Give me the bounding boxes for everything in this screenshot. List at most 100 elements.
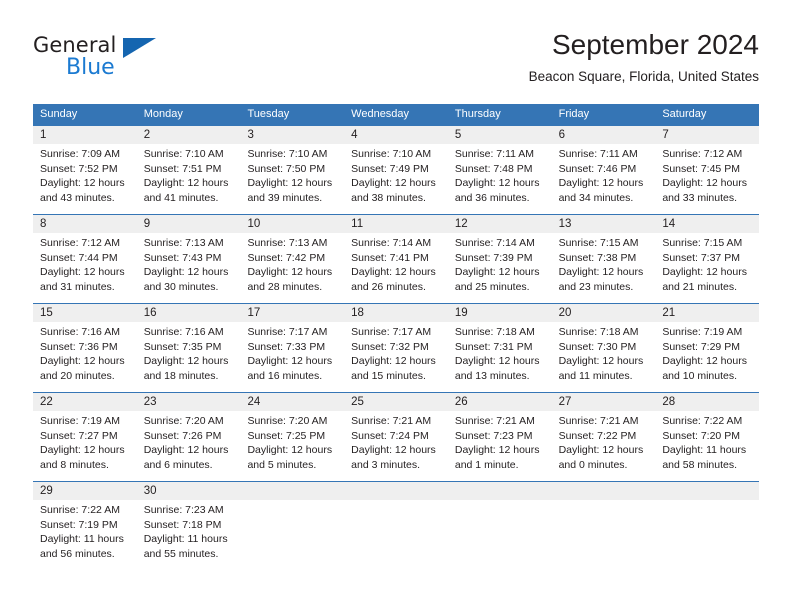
day-cell[interactable]: 29 Sunrise: 7:22 AM Sunset: 7:19 PM Dayl…	[33, 482, 137, 570]
sunset-text: Sunset: 7:52 PM	[40, 162, 118, 175]
sunset-text: Sunset: 7:37 PM	[662, 251, 740, 264]
day-cell[interactable]: 7 Sunrise: 7:12 AM Sunset: 7:45 PM Dayli…	[655, 126, 760, 214]
day-number: 2	[136, 126, 241, 144]
daylight-line1: Daylight: 12 hours	[247, 444, 333, 457]
day-details: Sunrise: 7:13 AM Sunset: 7:42 PM Dayligh…	[240, 233, 344, 294]
sunset-text: Sunset: 7:30 PM	[558, 340, 637, 353]
day-details: Sunrise: 7:15 AM Sunset: 7:37 PM Dayligh…	[655, 233, 759, 294]
day-cell[interactable]: 22 Sunrise: 7:19 AM Sunset: 7:27 PM Dayl…	[33, 393, 137, 481]
day-cell[interactable]: 3 Sunrise: 7:10 AM Sunset: 7:50 PM Dayli…	[240, 126, 345, 214]
day-number: 5	[447, 126, 552, 144]
sunrise-text: Sunrise: 7:10 AM	[247, 148, 328, 160]
sunrise-text: Sunrise: 7:21 AM	[454, 415, 535, 427]
sunrise-text: Sunrise: 7:10 AM	[351, 148, 432, 160]
day-cell[interactable]: 17 Sunrise: 7:17 AM Sunset: 7:33 PM Dayl…	[240, 304, 345, 392]
day-details: Sunrise: 7:21 AM Sunset: 7:24 PM Dayligh…	[344, 411, 448, 472]
day-cell[interactable]: 24 Sunrise: 7:20 AM Sunset: 7:25 PM Dayl…	[240, 393, 345, 481]
day-details: Sunrise: 7:15 AM Sunset: 7:38 PM Dayligh…	[552, 233, 656, 294]
sunrise-text: Sunrise: 7:18 AM	[558, 326, 639, 338]
day-cell[interactable]: 2 Sunrise: 7:10 AM Sunset: 7:51 PM Dayli…	[136, 126, 241, 214]
day-cell[interactable]: 23 Sunrise: 7:20 AM Sunset: 7:26 PM Dayl…	[136, 393, 241, 481]
day-cell[interactable]: 26 Sunrise: 7:21 AM Sunset: 7:23 PM Dayl…	[447, 393, 552, 481]
sunset-text: Sunset: 7:31 PM	[454, 340, 533, 353]
daylight-line1: Daylight: 12 hours	[351, 266, 436, 279]
daylight-line1: Daylight: 12 hours	[247, 266, 333, 279]
daylight-line2: and 6 minutes.	[143, 458, 213, 471]
day-cell[interactable]: 25 Sunrise: 7:21 AM Sunset: 7:24 PM Dayl…	[344, 393, 448, 481]
daylight-line2: and 15 minutes.	[351, 369, 426, 382]
day-number: 12	[447, 215, 552, 233]
day-cell[interactable]: 19 Sunrise: 7:18 AM Sunset: 7:31 PM Dayl…	[447, 304, 552, 392]
weekday-header-sunday: Sunday	[40, 108, 78, 120]
day-cell-empty	[655, 482, 760, 570]
day-cell[interactable]: 6 Sunrise: 7:11 AM Sunset: 7:46 PM Dayli…	[551, 126, 656, 214]
daylight-line2: and 33 minutes.	[662, 191, 738, 204]
day-cell[interactable]: 10 Sunrise: 7:13 AM Sunset: 7:42 PM Dayl…	[240, 215, 345, 303]
day-details: Sunrise: 7:16 AM Sunset: 7:35 PM Dayligh…	[137, 322, 241, 383]
sunset-text: Sunset: 7:35 PM	[143, 340, 222, 353]
daylight-line1: Daylight: 12 hours	[40, 444, 125, 457]
day-details: Sunrise: 7:20 AM Sunset: 7:26 PM Dayligh…	[137, 411, 241, 472]
day-cell[interactable]: 18 Sunrise: 7:17 AM Sunset: 7:32 PM Dayl…	[344, 304, 448, 392]
day-cell[interactable]: 4 Sunrise: 7:10 AM Sunset: 7:49 PM Dayli…	[344, 126, 448, 214]
daylight-line1: Daylight: 12 hours	[40, 177, 125, 190]
day-cell[interactable]: 5 Sunrise: 7:11 AM Sunset: 7:48 PM Dayli…	[447, 126, 552, 214]
day-details: Sunrise: 7:10 AM Sunset: 7:51 PM Dayligh…	[137, 144, 241, 205]
day-cell[interactable]: 16 Sunrise: 7:16 AM Sunset: 7:35 PM Dayl…	[136, 304, 241, 392]
day-number: 3	[240, 126, 345, 144]
weekday-header-row: Sunday Monday Tuesday Wednesday Thursday…	[33, 104, 759, 125]
daylight-line1: Daylight: 12 hours	[662, 355, 747, 368]
sunrise-text: Sunrise: 7:11 AM	[454, 148, 535, 160]
day-details: Sunrise: 7:12 AM Sunset: 7:44 PM Dayligh…	[33, 233, 137, 294]
sunset-text: Sunset: 7:27 PM	[40, 429, 118, 442]
sunrise-text: Sunrise: 7:12 AM	[40, 237, 120, 249]
daylight-line1: Daylight: 11 hours	[40, 533, 124, 546]
weekday-header-wednesday: Wednesday	[351, 108, 410, 120]
sunrise-text: Sunrise: 7:16 AM	[40, 326, 120, 338]
day-cell[interactable]: 14 Sunrise: 7:15 AM Sunset: 7:37 PM Dayl…	[655, 215, 760, 303]
sunrise-text: Sunrise: 7:14 AM	[351, 237, 432, 249]
general-blue-logo[interactable]: General Blue	[33, 34, 173, 86]
day-cell[interactable]: 13 Sunrise: 7:15 AM Sunset: 7:38 PM Dayl…	[551, 215, 656, 303]
sunset-text: Sunset: 7:32 PM	[351, 340, 429, 353]
day-number: 9	[136, 215, 241, 233]
weekday-header-tuesday: Tuesday	[247, 108, 290, 120]
sunset-text: Sunset: 7:45 PM	[662, 162, 740, 175]
day-number: 23	[136, 393, 241, 411]
day-number: 30	[136, 482, 241, 500]
day-details: Sunrise: 7:16 AM Sunset: 7:36 PM Dayligh…	[33, 322, 137, 383]
daylight-line2: and 30 minutes.	[143, 280, 219, 293]
day-number: 14	[655, 215, 760, 233]
day-details: Sunrise: 7:19 AM Sunset: 7:27 PM Dayligh…	[33, 411, 137, 472]
day-cell[interactable]: 20 Sunrise: 7:18 AM Sunset: 7:30 PM Dayl…	[551, 304, 656, 392]
day-cell[interactable]: 27 Sunrise: 7:21 AM Sunset: 7:22 PM Dayl…	[551, 393, 656, 481]
daylight-line2: and 34 minutes.	[558, 191, 634, 204]
day-cell[interactable]: 12 Sunrise: 7:14 AM Sunset: 7:39 PM Dayl…	[447, 215, 552, 303]
sunrise-text: Sunrise: 7:19 AM	[662, 326, 743, 338]
day-cell[interactable]: 30 Sunrise: 7:23 AM Sunset: 7:18 PM Dayl…	[136, 482, 241, 570]
daylight-line2: and 58 minutes.	[662, 458, 738, 471]
daylight-line1: Daylight: 12 hours	[143, 355, 229, 368]
day-cell[interactable]: 8 Sunrise: 7:12 AM Sunset: 7:44 PM Dayli…	[33, 215, 137, 303]
sunrise-text: Sunrise: 7:19 AM	[40, 415, 120, 427]
day-details: Sunrise: 7:17 AM Sunset: 7:32 PM Dayligh…	[344, 322, 448, 383]
day-details: Sunrise: 7:10 AM Sunset: 7:49 PM Dayligh…	[344, 144, 448, 205]
day-cell[interactable]: 15 Sunrise: 7:16 AM Sunset: 7:36 PM Dayl…	[33, 304, 137, 392]
daylight-line2: and 0 minutes.	[558, 458, 628, 471]
day-cell[interactable]: 28 Sunrise: 7:22 AM Sunset: 7:20 PM Dayl…	[655, 393, 760, 481]
day-cell[interactable]: 11 Sunrise: 7:14 AM Sunset: 7:41 PM Dayl…	[344, 215, 448, 303]
daylight-line1: Daylight: 12 hours	[351, 177, 436, 190]
day-number: 7	[655, 126, 760, 144]
day-cell-empty	[447, 482, 552, 570]
day-details: Sunrise: 7:23 AM Sunset: 7:18 PM Dayligh…	[137, 500, 241, 561]
day-details: Sunrise: 7:13 AM Sunset: 7:43 PM Dayligh…	[137, 233, 241, 294]
sunset-text: Sunset: 7:25 PM	[247, 429, 326, 442]
sunset-text: Sunset: 7:48 PM	[454, 162, 533, 175]
day-cell[interactable]: 1 Sunrise: 7:09 AM Sunset: 7:52 PM Dayli…	[33, 126, 137, 214]
logo-word-general: General	[33, 33, 117, 57]
day-cell[interactable]: 9 Sunrise: 7:13 AM Sunset: 7:43 PM Dayli…	[136, 215, 241, 303]
day-cell[interactable]: 21 Sunrise: 7:19 AM Sunset: 7:29 PM Dayl…	[655, 304, 760, 392]
sunrise-text: Sunrise: 7:17 AM	[351, 326, 432, 338]
daylight-line2: and 13 minutes.	[454, 369, 530, 382]
daylight-line1: Daylight: 12 hours	[454, 177, 540, 190]
